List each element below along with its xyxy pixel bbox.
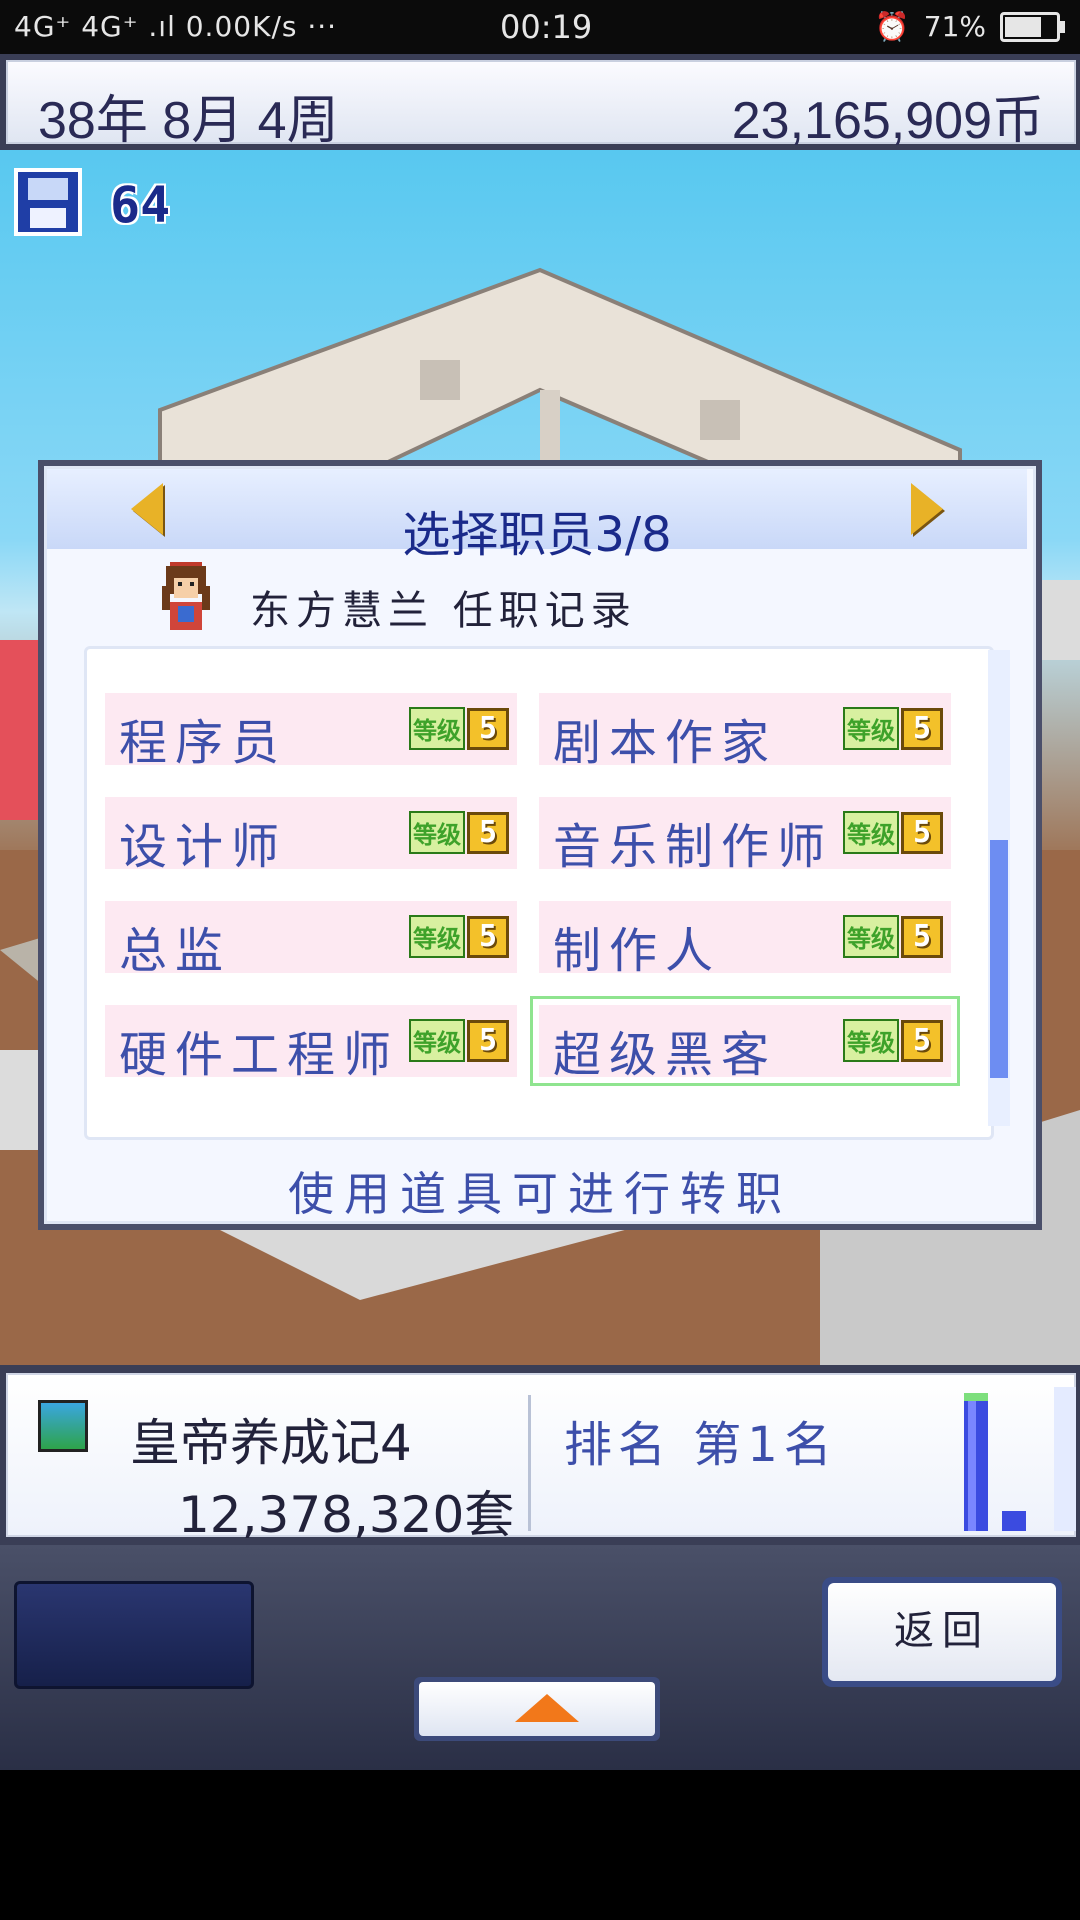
network-status: 4G⁺ 4G⁺ .ıl 0.00K/s ··· [14,10,338,43]
save-count: 64 [110,176,171,234]
status-right: ⏰ 71% [874,10,1065,43]
job-name: 制作人 [553,923,722,979]
job-list-scroll-thumb[interactable] [990,840,1008,1078]
top-info-bar: 38年 8月 4周 23,165,909币 [0,54,1080,150]
back-button[interactable]: 返回 [822,1577,1062,1687]
employee-record-title: 东方慧兰 任职记录 [250,588,637,634]
level-badge: 等级 5 [409,1019,509,1062]
job-programmer[interactable]: 程序员 等级 5 [105,693,517,771]
dialog-header: 选择职员3/8 [47,469,1027,563]
employee-avatar [162,562,210,630]
job-music-producer[interactable]: 音乐制作师 等级 5 [539,797,951,875]
divider [528,1395,531,1531]
battery-level: 71% [923,10,986,43]
job-name: 硬件工程师 [119,1027,400,1083]
sales-rank: 排名 第1名 [564,1417,838,1473]
alarm-icon: ⏰ [874,10,910,43]
info-panel-scrollbar[interactable] [1054,1387,1076,1531]
level-badge: 等级 5 [843,1019,943,1062]
level-badge: 等级 5 [843,915,943,958]
job-name: 设计师 [119,819,288,875]
save-disk-icon[interactable] [14,168,82,236]
back-button-label: 返回 [828,1583,1056,1681]
clock: 00:19 [500,8,593,46]
job-producer[interactable]: 制作人 等级 5 [539,901,951,979]
game-info-panel: 皇帝养成记4 12,378,320套 排名 第1名 [0,1365,1080,1545]
game-sales: 12,378,320套 [178,1486,515,1544]
job-hardware-engineer[interactable]: 硬件工程师 等级 5 [105,1005,517,1083]
job-scriptwriter[interactable]: 剧本作家 等级 5 [539,693,951,771]
select-employee-dialog: 选择职员3/8 东方慧兰 任职记录 程序员 等级 5 剧本作家 等级 5 设计师 等… [38,460,1042,1230]
level-badge: 等级 5 [409,707,509,750]
game-name: 皇帝养成记4 [130,1414,412,1472]
job-change-hint: 使用道具可进行转职 [288,1167,792,1221]
bottom-controls: 返回 [0,1545,1080,1770]
level-badge: 等级 5 [409,811,509,854]
expand-up-button[interactable] [414,1677,660,1741]
level-badge: 等级 5 [843,707,943,750]
level-badge: 等级 5 [843,811,943,854]
job-super-hacker[interactable]: 超级黑客 等级 5 [530,996,960,1086]
dialog-title: 选择职员3/8 [402,507,672,563]
game-date: 38年 8月 4周 [38,92,339,150]
job-list: 程序员 等级 5 剧本作家 等级 5 设计师 等级 5 音乐制作师 等级 5 总监 等级… [84,646,994,1140]
status-bar: 4G⁺ 4G⁺ .ıl 0.00K/s ··· 00:19 ⏰ 71% [0,0,1080,54]
game-title-icon [38,1400,88,1452]
arrow-up-icon [515,1694,579,1722]
job-designer[interactable]: 设计师 等级 5 [105,797,517,875]
menu-button[interactable] [14,1581,254,1689]
level-badge: 等级 5 [409,915,509,958]
battery-icon [1000,11,1065,42]
funds: 23,165,909币 [731,92,1044,150]
job-name: 总监 [119,923,232,979]
job-director[interactable]: 总监 等级 5 [105,901,517,979]
sales-bar-chart [964,1393,1026,1531]
next-employee-arrow-icon[interactable] [911,483,943,535]
job-name: 剧本作家 [553,715,778,771]
job-name: 超级黑客 [553,1027,778,1083]
job-name: 音乐制作师 [553,819,834,875]
job-name: 程序员 [119,715,288,771]
